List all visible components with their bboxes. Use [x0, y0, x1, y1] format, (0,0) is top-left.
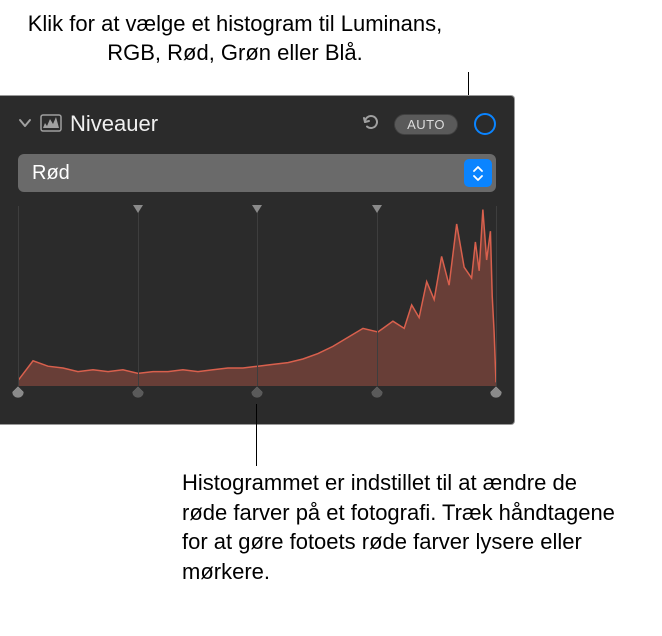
level-handle[interactable]	[488, 386, 504, 402]
grid-line	[257, 206, 258, 386]
histogram-chart	[18, 206, 496, 386]
levels-panel: Niveauer AUTO Rød	[0, 95, 515, 425]
top-handle[interactable]	[252, 205, 262, 213]
callout-bottom-text: Histogrammet er indstillet til at ændre …	[182, 468, 627, 587]
level-handle[interactable]	[10, 386, 26, 402]
panel-header: Niveauer AUTO	[18, 106, 496, 142]
histogram-area	[18, 206, 496, 411]
callout-line-bottom	[256, 404, 257, 466]
dropdown-caret-icon	[464, 159, 492, 187]
undo-icon[interactable]	[360, 112, 380, 137]
chevron-down-icon[interactable]	[18, 116, 32, 133]
enable-toggle[interactable]	[474, 113, 496, 135]
grid-line	[377, 206, 378, 386]
top-handle[interactable]	[133, 205, 143, 213]
auto-button[interactable]: AUTO	[394, 114, 458, 135]
level-handle[interactable]	[249, 386, 265, 402]
level-handle[interactable]	[369, 386, 385, 402]
channel-dropdown[interactable]: Rød	[18, 154, 496, 192]
channel-dropdown-label: Rød	[32, 162, 464, 185]
top-handle[interactable]	[372, 205, 382, 213]
level-handle[interactable]	[130, 386, 146, 402]
callout-top-text: Klik for at vælge et histogram til Lumin…	[15, 10, 455, 67]
grid-line	[138, 206, 139, 386]
levels-icon	[40, 113, 62, 135]
grid-line	[18, 206, 19, 386]
panel-title: Niveauer	[70, 111, 352, 137]
handle-track	[18, 386, 496, 411]
grid-line	[496, 206, 497, 386]
